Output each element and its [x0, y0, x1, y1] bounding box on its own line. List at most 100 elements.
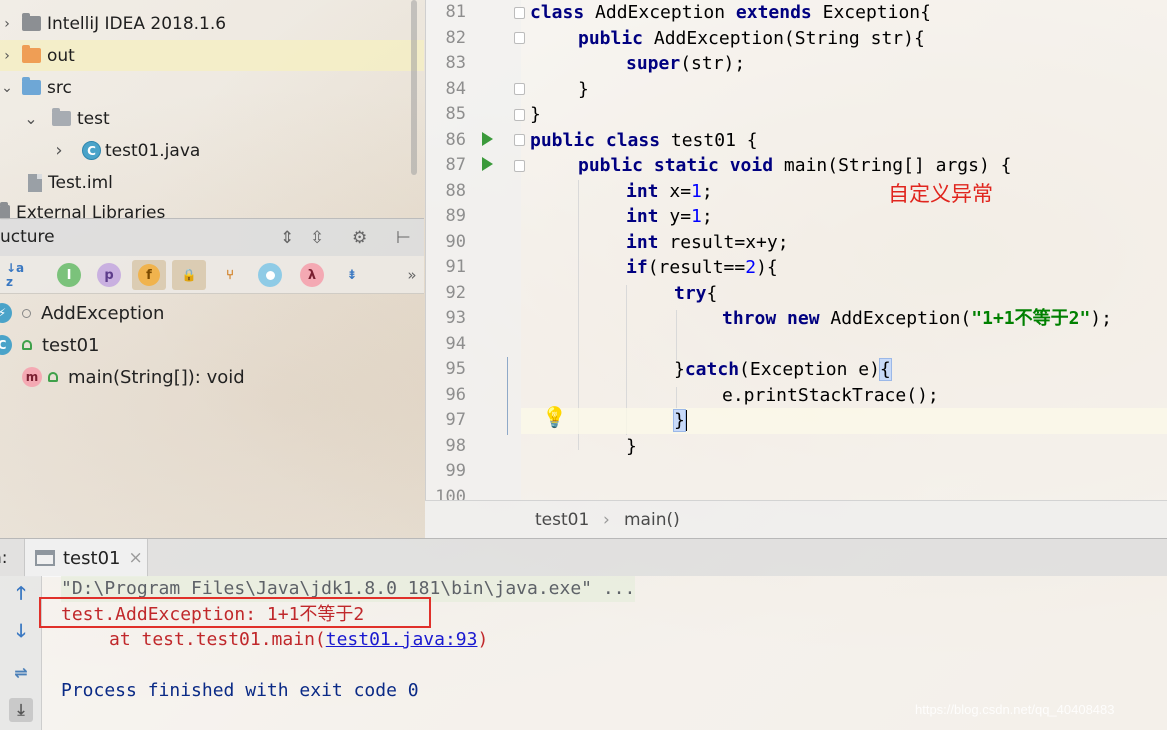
- autoscroll-to-source-icon[interactable]: [258, 263, 282, 287]
- code-line: int x=1;: [626, 180, 713, 202]
- structure-title: ucture: [0, 227, 55, 247]
- line-number: 86: [445, 129, 466, 150]
- expand-arrow-icon[interactable]: ›: [52, 140, 66, 161]
- line-number: 97: [445, 410, 466, 430]
- code-line: try{: [674, 282, 718, 304]
- source-folder-icon: [22, 77, 41, 95]
- expand-arrow-icon[interactable]: ›: [0, 48, 14, 64]
- line-number: 95: [445, 359, 466, 379]
- line-number: 85: [445, 104, 466, 124]
- code-line: }catch(Exception e){: [674, 358, 892, 381]
- package-private-icon: [22, 308, 31, 318]
- line-number: 84: [445, 78, 466, 99]
- public-access-icon: [48, 372, 58, 382]
- line-number: 81: [445, 2, 466, 22]
- stacktrace-link[interactable]: test01.java:93: [326, 629, 478, 650]
- show-hierarchy-icon[interactable]: ⑂: [218, 263, 242, 287]
- lock-icon: 🔒: [181, 268, 197, 282]
- tree-item-intellij-idea[interactable]: › IntelliJ IDEA 2018.1.6: [0, 8, 424, 39]
- hide-panel-icon[interactable]: ⊢: [396, 228, 411, 248]
- structure-header: ucture ⇕ ⇳ ⚙ ⊢: [0, 218, 424, 256]
- close-icon[interactable]: ×: [128, 548, 142, 568]
- structure-item-addexception[interactable]: ⚡ AddException: [0, 297, 164, 329]
- more-options-icon[interactable]: »: [400, 263, 424, 287]
- console-stack-line: at test.test01.main(test01.java:93): [109, 629, 489, 650]
- scroll-to-end-icon[interactable]: ⤓: [9, 698, 33, 722]
- public-access-icon: [22, 340, 32, 350]
- collapse-arrow-icon[interactable]: ⌄: [24, 109, 38, 128]
- tree-item-external-libraries[interactable]: External Libraries: [0, 197, 424, 220]
- show-inherited-icon[interactable]: I: [57, 263, 81, 287]
- code-line: throw new AddException("1+1不等于2");: [722, 308, 1112, 329]
- tree-item-src[interactable]: ⌄ src: [0, 72, 424, 103]
- structure-item-test01[interactable]: C test01: [0, 329, 99, 361]
- soft-wrap-icon[interactable]: ⇌: [9, 660, 33, 684]
- expand-arrow-icon[interactable]: ›: [0, 16, 14, 32]
- fold-marker-icon[interactable]: [514, 134, 525, 146]
- line-number: 87: [445, 155, 466, 175]
- tree-scrollbar[interactable]: [411, 0, 417, 175]
- collapse-all-icon[interactable]: ⇳: [310, 228, 324, 248]
- tree-item-test-iml[interactable]: Test.iml: [0, 167, 424, 198]
- line-number: 100: [435, 486, 466, 501]
- breadcrumb-item-method[interactable]: main(): [624, 510, 680, 530]
- structure-item-label: test01: [42, 334, 100, 356]
- console-icon: [35, 550, 55, 566]
- tree-item-test-package[interactable]: ⌄ test: [0, 103, 424, 134]
- fold-marker-icon[interactable]: [514, 109, 525, 121]
- line-number: 89: [445, 206, 466, 226]
- annotation-label: 自定义异常: [888, 182, 993, 206]
- structure-item-label: AddException: [41, 302, 165, 324]
- expand-all-icon[interactable]: ⇕: [280, 228, 294, 248]
- tree-item-out[interactable]: › out: [0, 40, 424, 71]
- run-main-icon[interactable]: [482, 157, 493, 171]
- run-class-icon[interactable]: [482, 132, 493, 146]
- line-number: 96: [445, 384, 466, 405]
- show-non-public-button[interactable]: 🔒: [172, 260, 206, 290]
- lightbulb-icon[interactable]: 💡: [542, 405, 567, 429]
- run-tab-test01[interactable]: test01 ×: [24, 539, 148, 577]
- current-code-line: }: [521, 408, 1167, 434]
- up-arrow-icon[interactable]: 🡑: [9, 583, 33, 608]
- tree-item-label: test01.java: [105, 140, 201, 161]
- show-lambdas-icon[interactable]: λ: [300, 263, 324, 287]
- package-icon: [52, 108, 71, 126]
- line-number: 82: [445, 27, 466, 48]
- tree-item-test01-java[interactable]: › C test01.java: [0, 135, 424, 166]
- matched-brace: }: [673, 409, 686, 432]
- code-line: e.printStackTrace();: [722, 384, 939, 406]
- collapse-arrow-icon[interactable]: ⌄: [0, 80, 14, 96]
- class-icon: C: [0, 335, 12, 355]
- breadcrumb-item-class[interactable]: test01: [535, 510, 589, 530]
- code-line: }: [530, 104, 541, 125]
- run-tab-label: test01: [63, 547, 121, 569]
- matched-brace: {: [878, 358, 892, 381]
- iml-file-icon: [28, 173, 42, 192]
- structure-list: ⚡ AddException C test01 m main(String[])…: [0, 294, 424, 534]
- circle-glyph: [265, 270, 275, 280]
- autoscroll-from-source-icon[interactable]: ⇟: [340, 263, 364, 287]
- exception-class-icon: ⚡: [0, 303, 12, 323]
- code-line: public static void main(String[] args) {: [578, 155, 1012, 176]
- show-properties-icon[interactable]: p: [97, 263, 121, 287]
- code-editor[interactable]: 81 82 83 84 85 86 87 88 89 90 91 92 93 9…: [425, 0, 1167, 500]
- run-tabbar: n: test01 ×: [0, 538, 1167, 577]
- fold-marker-icon[interactable]: [514, 7, 525, 19]
- text-caret: [684, 410, 687, 431]
- code-line: super(str);: [626, 53, 746, 74]
- sort-alphabetically-icon[interactable]: ↓a z: [6, 261, 30, 289]
- run-sidebar: 🡑 🡓 ⇌ ⤓: [0, 576, 42, 730]
- down-arrow-icon[interactable]: 🡓: [9, 621, 33, 646]
- fold-marker-icon[interactable]: [514, 83, 525, 95]
- watermark: https://blog.csdn.net/qq_40408483: [915, 702, 1115, 717]
- tree-item-label: test: [77, 108, 110, 129]
- structure-item-main[interactable]: m main(String[]): void: [22, 361, 245, 393]
- tree-item-label: Test.iml: [48, 172, 113, 193]
- fold-marker-icon[interactable]: [514, 160, 525, 172]
- show-fields-button[interactable]: f: [132, 260, 166, 290]
- code-line: int result=x+y;: [626, 231, 789, 253]
- code-line: int y=1;: [626, 206, 713, 227]
- java-class-icon: C: [82, 141, 101, 160]
- gear-icon[interactable]: ⚙: [352, 228, 367, 248]
- fold-marker-icon[interactable]: [514, 32, 525, 44]
